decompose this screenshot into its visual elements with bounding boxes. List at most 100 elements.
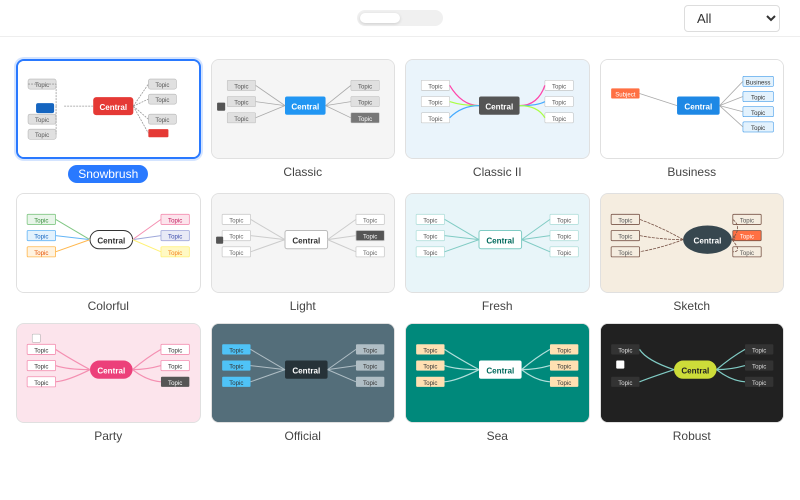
svg-text:Topic: Topic bbox=[363, 234, 377, 241]
template-card-official[interactable]: Central Topic Topic Topic Topic Topic To… bbox=[211, 323, 396, 443]
svg-text:Central: Central bbox=[97, 367, 125, 376]
svg-text:Topic: Topic bbox=[618, 250, 632, 257]
svg-text:Topic: Topic bbox=[168, 234, 182, 241]
svg-text:Topic: Topic bbox=[739, 234, 753, 241]
svg-text:Topic: Topic bbox=[739, 218, 753, 225]
svg-text:Topic: Topic bbox=[618, 348, 632, 355]
svg-text:Central: Central bbox=[99, 103, 127, 112]
template-card-classic2[interactable]: Central Topic Topic Topic Topic Topic To… bbox=[405, 59, 590, 183]
svg-text:Topic: Topic bbox=[363, 380, 377, 387]
svg-text:Topic: Topic bbox=[168, 218, 182, 225]
svg-text:Topic: Topic bbox=[234, 100, 248, 107]
template-name-fresh: Fresh bbox=[405, 299, 590, 313]
svg-text:Topic: Topic bbox=[34, 218, 48, 225]
svg-text:Topic: Topic bbox=[552, 84, 566, 91]
svg-text:Topic: Topic bbox=[752, 364, 766, 371]
svg-text:Topic: Topic bbox=[234, 116, 248, 123]
svg-text:Topic: Topic bbox=[557, 250, 571, 257]
svg-text:Topic: Topic bbox=[428, 84, 442, 91]
svg-text:Topic: Topic bbox=[423, 364, 437, 371]
template-preview-sea: Central Topic Topic Topic Topic Topic To… bbox=[405, 323, 590, 423]
svg-text:Topic: Topic bbox=[155, 98, 169, 104]
svg-text:Topic: Topic bbox=[357, 100, 371, 107]
svg-text:Topic: Topic bbox=[423, 348, 437, 355]
template-card-snowbrush[interactable]: Central Topic Topic Topic Topic Topic To… bbox=[16, 59, 201, 183]
svg-text:Topic: Topic bbox=[363, 218, 377, 225]
svg-text:Central: Central bbox=[97, 237, 125, 246]
svg-text:Topic: Topic bbox=[229, 234, 243, 241]
svg-text:Topic: Topic bbox=[363, 250, 377, 257]
svg-text:Topic: Topic bbox=[751, 125, 765, 132]
svg-text:Topic: Topic bbox=[229, 380, 243, 387]
svg-text:Topic: Topic bbox=[363, 348, 377, 355]
svg-text:Central: Central bbox=[291, 103, 319, 112]
svg-text:Topic: Topic bbox=[35, 133, 49, 139]
svg-text:Subject: Subject bbox=[615, 92, 636, 99]
template-preview-classic: Central Topic Topic Topic Topic Topic To… bbox=[211, 59, 396, 159]
template-preview-colorful: Central Topic Topic Topic Topic Topic To… bbox=[16, 193, 201, 293]
svg-text:Central: Central bbox=[681, 367, 709, 376]
svg-text:Topic: Topic bbox=[752, 348, 766, 355]
template-preview-business: Central Subject Business Topic Topic Top… bbox=[600, 59, 785, 159]
template-preview-light: Central Topic Topic Topic Topic Topic To… bbox=[211, 193, 396, 293]
svg-text:Topic: Topic bbox=[423, 380, 437, 387]
template-card-sketch[interactable]: Central Topic Topic Topic Topic Topic To… bbox=[600, 193, 785, 313]
svg-text:Topic: Topic bbox=[34, 234, 48, 241]
template-name-snowbrush: Snowbrush bbox=[68, 165, 148, 183]
template-preview-party: Central Topic Topic Topic Topic Topic To… bbox=[16, 323, 201, 423]
svg-text:Topic: Topic bbox=[34, 364, 48, 371]
template-card-robust[interactable]: Central Topic Topic Topic Topic Topic Ro… bbox=[600, 323, 785, 443]
tab-group bbox=[357, 10, 443, 26]
template-name-sketch: Sketch bbox=[600, 299, 785, 313]
svg-text:Topic: Topic bbox=[618, 218, 632, 225]
svg-text:Topic: Topic bbox=[34, 250, 48, 257]
svg-text:Topic: Topic bbox=[739, 250, 753, 257]
svg-text:Topic: Topic bbox=[557, 380, 571, 387]
template-card-party[interactable]: Central Topic Topic Topic Topic Topic To… bbox=[16, 323, 201, 443]
svg-text:Topic: Topic bbox=[552, 116, 566, 123]
tab-library[interactable] bbox=[400, 13, 440, 23]
svg-text:Topic: Topic bbox=[357, 116, 371, 123]
template-card-fresh[interactable]: Central Topic Topic Topic Topic Topic To… bbox=[405, 193, 590, 313]
filter-select[interactable]: All Business Education Personal bbox=[684, 5, 780, 32]
svg-text:Central: Central bbox=[684, 103, 712, 112]
svg-text:Topic: Topic bbox=[423, 234, 437, 241]
svg-text:Topic: Topic bbox=[155, 83, 169, 89]
svg-text:Topic: Topic bbox=[35, 118, 49, 124]
template-name-colorful: Colorful bbox=[16, 299, 201, 313]
template-card-colorful[interactable]: Central Topic Topic Topic Topic Topic To… bbox=[16, 193, 201, 313]
svg-text:Topic: Topic bbox=[552, 100, 566, 107]
svg-text:Topic: Topic bbox=[155, 118, 169, 124]
svg-text:Topic: Topic bbox=[751, 95, 765, 102]
svg-text:Topic: Topic bbox=[34, 348, 48, 355]
template-name-classic2: Classic II bbox=[405, 165, 590, 179]
svg-text:Topic: Topic bbox=[428, 100, 442, 107]
svg-text:Topic: Topic bbox=[428, 116, 442, 123]
svg-text:Topic: Topic bbox=[168, 380, 182, 387]
template-card-business[interactable]: Central Subject Business Topic Topic Top… bbox=[600, 59, 785, 183]
template-preview-fresh: Central Topic Topic Topic Topic Topic To… bbox=[405, 193, 590, 293]
main-content: Central Topic Topic Topic Topic Topic To… bbox=[0, 37, 800, 485]
tab-new[interactable] bbox=[360, 13, 400, 23]
svg-text:Topic: Topic bbox=[557, 234, 571, 241]
svg-text:Topic: Topic bbox=[234, 84, 248, 91]
svg-text:Topic: Topic bbox=[423, 250, 437, 257]
header: All Business Education Personal bbox=[0, 0, 800, 37]
template-name-official: Official bbox=[211, 429, 396, 443]
svg-text:Topic: Topic bbox=[618, 380, 632, 387]
template-card-light[interactable]: Central Topic Topic Topic Topic Topic To… bbox=[211, 193, 396, 313]
template-preview-official: Central Topic Topic Topic Topic Topic To… bbox=[211, 323, 396, 423]
svg-text:Topic: Topic bbox=[752, 380, 766, 387]
template-preview-classic2: Central Topic Topic Topic Topic Topic To… bbox=[405, 59, 590, 159]
template-name-light: Light bbox=[211, 299, 396, 313]
svg-text:Topic: Topic bbox=[168, 364, 182, 371]
template-grid: Central Topic Topic Topic Topic Topic To… bbox=[16, 59, 784, 443]
svg-text:Central: Central bbox=[693, 237, 721, 246]
template-name-party: Party bbox=[16, 429, 201, 443]
svg-text:Topic: Topic bbox=[423, 218, 437, 225]
svg-text:Topic: Topic bbox=[229, 348, 243, 355]
template-name-sea: Sea bbox=[405, 429, 590, 443]
template-card-classic[interactable]: Central Topic Topic Topic Topic Topic To… bbox=[211, 59, 396, 183]
template-preview-snowbrush: Central Topic Topic Topic Topic Topic To… bbox=[16, 59, 201, 159]
template-card-sea[interactable]: Central Topic Topic Topic Topic Topic To… bbox=[405, 323, 590, 443]
